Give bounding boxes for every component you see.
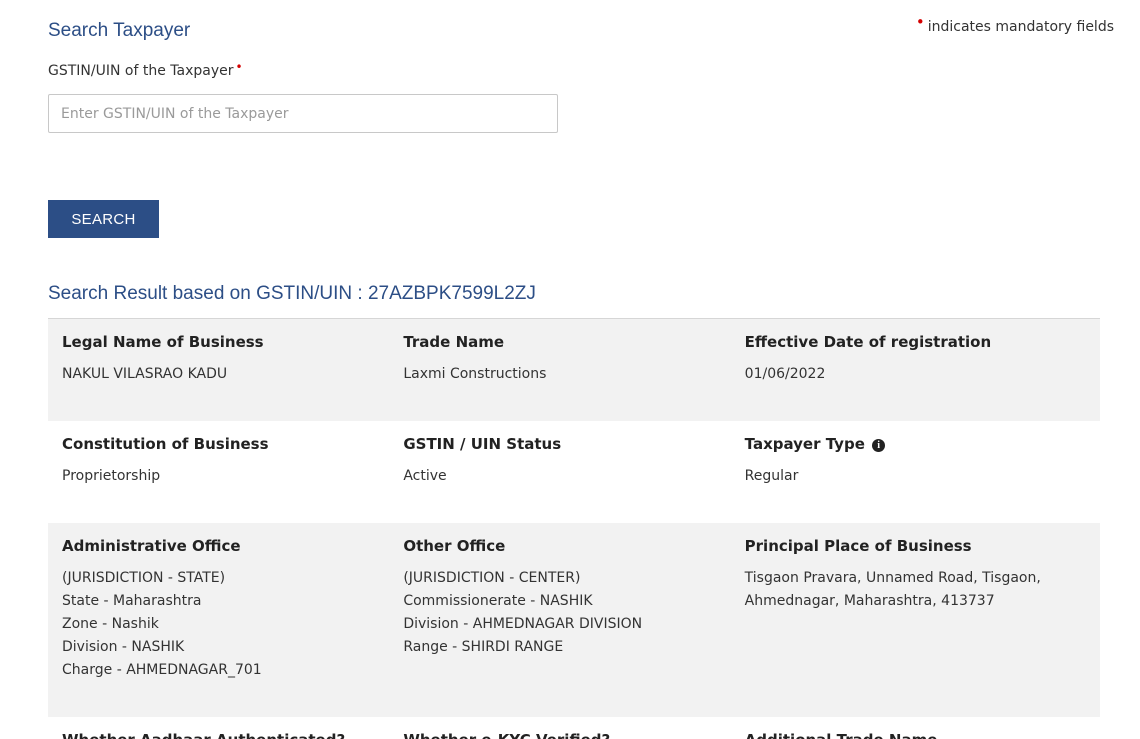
cell-value-line: Commissionerate - NASHIK: [403, 593, 593, 609]
gstin-label-text: GSTIN/UIN of the Taxpayer: [48, 63, 234, 79]
cell-value-line: Division - NASHIK: [62, 639, 185, 655]
cell-value-line: (JURISDICTION - STATE): [62, 570, 226, 586]
cell-label: Additional Trade Name: [745, 731, 1086, 739]
cell-value-line: Ahmednagar, Maharashtra, 413737: [744, 593, 995, 609]
mandatory-note-text: indicates mandatory fields: [927, 19, 1114, 35]
result-cell-additional-trade-name: Additional Trade Name: [745, 717, 1086, 739]
gstin-field-label: GSTIN/UIN of the Taxpayer •: [48, 60, 243, 79]
result-row: Whether Aadhaar Authenticated? Whether e…: [48, 717, 1100, 739]
result-cell-trade-name: Trade Name Laxmi Constructions: [403, 319, 744, 421]
cell-value: Active: [403, 468, 447, 484]
cell-value-line: Tisgaon Pravara, Unnamed Road, Tisgaon,: [744, 570, 1041, 586]
result-row: Administrative Office (JURISDICTION - ST…: [48, 523, 1100, 717]
cell-label: Legal Name of Business: [62, 333, 264, 351]
cell-value-line: Range - SHIRDI RANGE: [403, 639, 564, 655]
result-cell-aadhaar: Whether Aadhaar Authenticated?: [62, 717, 403, 739]
cell-label: Taxpayer Type i: [745, 435, 1086, 453]
cell-label: Other Office: [403, 537, 506, 555]
cell-label: Whether Aadhaar Authenticated?: [62, 731, 403, 739]
result-cell-ekyc: Whether e-KYC Verified?: [403, 717, 744, 739]
cell-label: Principal Place of Business: [744, 537, 972, 555]
result-row: Constitution of Business Proprietorship …: [48, 421, 1100, 523]
cell-label: Whether e-KYC Verified?: [403, 731, 744, 739]
result-title: Search Result based on GSTIN/UIN : 27AZB…: [48, 283, 536, 304]
page-title: Search Taxpayer: [48, 20, 191, 41]
cell-label: Administrative Office: [62, 537, 241, 555]
cell-value-line: Charge - AHMEDNAGAR_701: [62, 662, 262, 678]
cell-label: Trade Name: [403, 333, 505, 351]
cell-value: Regular: [744, 468, 799, 484]
cell-value: Laxmi Constructions: [403, 366, 547, 382]
result-cell-taxpayer-type: Taxpayer Type i Regular: [745, 421, 1086, 523]
result-cell-gstin-status: GSTIN / UIN Status Active: [403, 421, 744, 523]
result-cell-constitution: Constitution of Business Proprietorship: [62, 421, 403, 523]
result-row: Legal Name of Business NAKUL VILASRAO KA…: [48, 319, 1100, 421]
info-icon[interactable]: i: [872, 439, 886, 452]
taxpayer-type-label: Taxpayer Type: [744, 435, 865, 453]
cell-value: Proprietorship: [62, 468, 161, 484]
cell-value-line: Division - AHMEDNAGAR DIVISION: [403, 616, 643, 632]
cell-value: NAKUL VILASRAO KADU: [62, 366, 228, 382]
cell-value-line: Zone - Nashik: [62, 616, 159, 632]
cell-value: 01/06/2022: [744, 366, 826, 382]
mandatory-note: • indicates mandatory fields: [916, 13, 1114, 35]
cell-label: Effective Date of registration: [744, 333, 992, 351]
result-cell-legal-name: Legal Name of Business NAKUL VILASRAO KA…: [62, 319, 403, 421]
cell-label: Constitution of Business: [62, 435, 269, 453]
cell-value-line: State - Maharashtra: [62, 593, 202, 609]
mandatory-marker: •: [915, 13, 925, 31]
result-cell-admin-office: Administrative Office (JURISDICTION - ST…: [62, 523, 403, 717]
result-cell-effective-date: Effective Date of registration 01/06/202…: [745, 319, 1086, 421]
result-cell-other-office: Other Office (JURISDICTION - CENTER) Com…: [403, 523, 744, 717]
result-cell-principal-place: Principal Place of Business Tisgaon Prav…: [745, 523, 1086, 717]
required-marker: •: [235, 60, 243, 74]
gstin-input[interactable]: [48, 94, 558, 133]
cell-value-line: (JURISDICTION - CENTER): [403, 570, 581, 586]
result-panel: Legal Name of Business NAKUL VILASRAO KA…: [48, 318, 1100, 739]
cell-label: GSTIN / UIN Status: [403, 435, 562, 453]
search-button[interactable]: SEARCH: [48, 200, 159, 238]
